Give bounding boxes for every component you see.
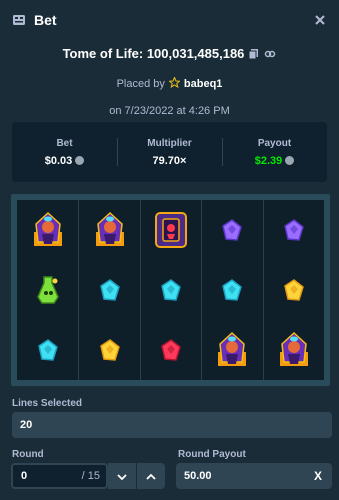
- round-total: / 15: [81, 470, 100, 482]
- placed-by-label: Placed by: [116, 78, 165, 90]
- chevron-down-icon: [117, 467, 127, 485]
- multiplier-label: Multiplier: [147, 137, 192, 149]
- ticket-icon: [12, 13, 26, 27]
- slot-reels-frame: [11, 194, 330, 386]
- stats-panel: Bet $0.03 Multiplier 79.70× Payout $2.39: [12, 122, 327, 182]
- purple-gem-symbol-icon: [202, 200, 262, 260]
- multiplier-value: 79.70×: [152, 154, 187, 167]
- game-title-row: Tome of Life: 100,031,485,186: [0, 46, 339, 61]
- round-payout-label: Round Payout: [178, 449, 246, 460]
- slot-reel: [17, 200, 78, 380]
- modal-title: Bet: [34, 12, 57, 28]
- bet-date: on 7/23/2022 at 4:26 PM: [109, 105, 230, 117]
- round-up-button[interactable]: [137, 463, 165, 489]
- green-potion-symbol-icon: [17, 260, 78, 320]
- yellow-gem-symbol-icon: [264, 260, 324, 320]
- round-payout-value: 50.00: [184, 470, 212, 482]
- bet-label: Bet: [56, 137, 73, 149]
- placed-by: Placed by babeq1: [0, 76, 339, 91]
- stat-payout: Payout $2.39: [222, 122, 327, 182]
- bet-value: $0.03: [44, 154, 73, 167]
- lines-selected-field: 20: [12, 412, 332, 438]
- lines-selected-value: 20: [20, 419, 33, 431]
- yellow-gem-symbol-icon: [79, 320, 139, 380]
- slot-reel: [78, 200, 139, 380]
- stat-bet: Bet $0.03: [12, 122, 117, 182]
- tome-symbol-icon: [141, 200, 201, 260]
- round-payout-field: 50.00 X: [176, 463, 332, 489]
- round-label: Round: [12, 449, 44, 460]
- copy-icon[interactable]: [248, 48, 260, 60]
- stat-multiplier: Multiplier 79.70×: [117, 122, 222, 182]
- priestess-symbol-icon: [202, 320, 262, 380]
- red-gem-symbol-icon: [141, 320, 201, 380]
- payout-value-row: $2.39: [255, 155, 295, 167]
- clear-button[interactable]: X: [314, 469, 322, 483]
- cyan-gem-symbol-icon: [202, 260, 262, 320]
- round-value: 0: [21, 470, 28, 482]
- cyan-gem-symbol-icon: [141, 260, 201, 320]
- payout-label: Payout: [257, 137, 292, 149]
- game-title: Tome of Life: 100,031,485,186: [62, 46, 245, 61]
- slot-reel: [262, 200, 324, 380]
- priestess-symbol-icon: [79, 200, 139, 260]
- round-input[interactable]: 0 / 15: [11, 463, 108, 489]
- purple-gem-symbol-icon: [264, 200, 324, 260]
- lines-selected-label: Lines Selected: [12, 398, 83, 409]
- round-down-button[interactable]: [108, 463, 136, 489]
- close-icon[interactable]: [311, 11, 329, 29]
- slot-reel: [201, 200, 262, 380]
- bet-value-row: $0.03: [45, 155, 85, 167]
- cyan-gem-symbol-icon: [17, 320, 78, 380]
- cyan-gem-symbol-icon: [79, 260, 139, 320]
- priestess-symbol-icon: [17, 200, 78, 260]
- chevron-up-icon: [146, 467, 156, 485]
- slot-reel: [139, 200, 201, 380]
- slot-reels: [17, 200, 324, 380]
- currency-icon: [285, 156, 295, 165]
- priestess-symbol-icon: [264, 320, 324, 380]
- star-icon: [168, 76, 181, 91]
- currency-icon: [75, 156, 85, 165]
- payout-value: $2.39: [254, 154, 283, 167]
- link-icon[interactable]: [264, 48, 276, 60]
- modal-header: Bet: [0, 0, 339, 40]
- username-link[interactable]: babeq1: [184, 78, 223, 90]
